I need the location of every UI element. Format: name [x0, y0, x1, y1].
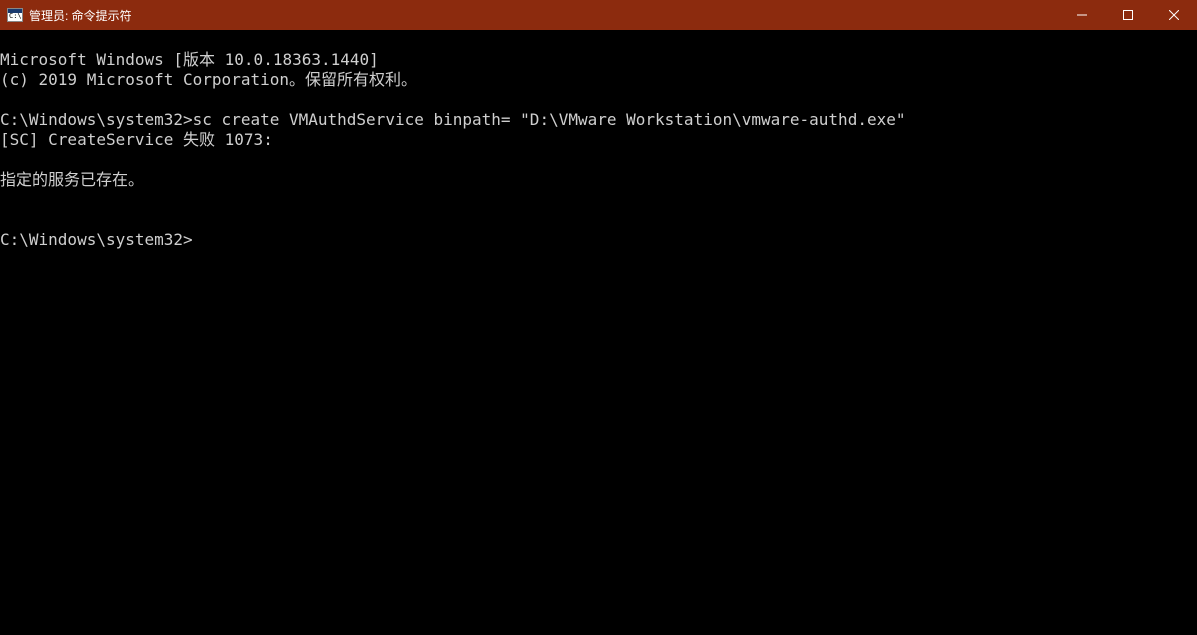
window-title: 管理员: 命令提示符: [29, 7, 132, 24]
window-titlebar[interactable]: 管理员: 命令提示符: [0, 0, 1197, 30]
output-line: Microsoft Windows [版本 10.0.18363.1440]: [0, 50, 379, 69]
output-line: (c) 2019 Microsoft Corporation。保留所有权利。: [0, 70, 417, 89]
command-text: sc create VMAuthdService binpath= "D:\VM…: [193, 110, 906, 129]
prompt-line: C:\Windows\system32>: [0, 230, 193, 249]
output-line: 指定的服务已存在。: [0, 170, 144, 189]
minimize-button[interactable]: [1059, 0, 1105, 30]
close-button[interactable]: [1151, 0, 1197, 30]
terminal-output[interactable]: Microsoft Windows [版本 10.0.18363.1440] (…: [0, 30, 1197, 250]
command-line: C:\Windows\system32>sc create VMAuthdSer…: [0, 110, 905, 129]
output-line: [SC] CreateService 失败 1073:: [0, 130, 273, 149]
maximize-icon: [1123, 10, 1133, 20]
maximize-button[interactable]: [1105, 0, 1151, 30]
window-controls: [1059, 0, 1197, 30]
cmd-icon: [7, 8, 23, 22]
close-icon: [1169, 10, 1179, 20]
prompt: C:\Windows\system32>: [0, 110, 193, 129]
minimize-icon: [1077, 10, 1087, 20]
